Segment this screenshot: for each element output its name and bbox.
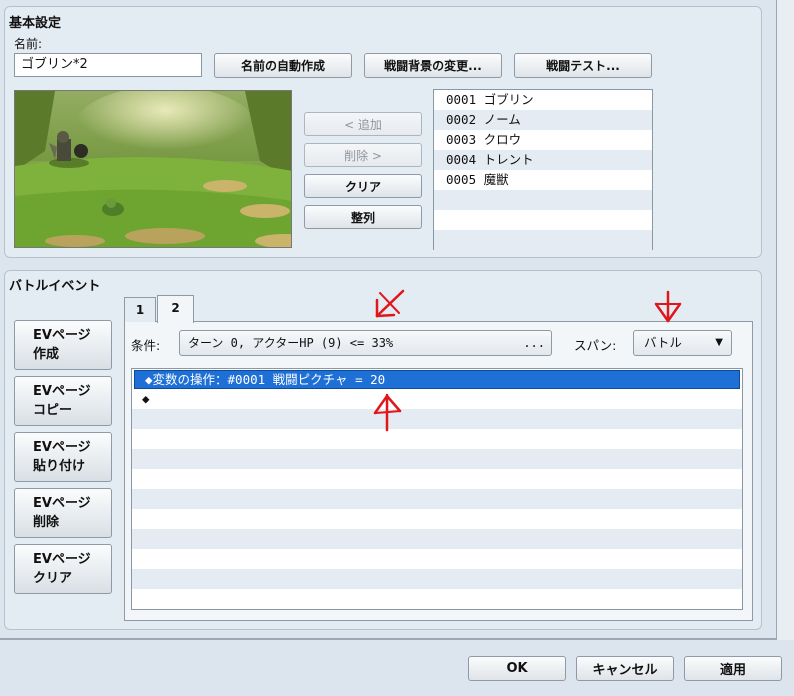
button-line: 貼り付け bbox=[33, 459, 86, 474]
enemy-id: 0005 bbox=[446, 172, 477, 187]
button-line: コピー bbox=[33, 403, 73, 418]
window-frame-bottom bbox=[0, 638, 776, 640]
enemy-list-empty-row bbox=[434, 230, 652, 250]
enemy-list-item[interactable]: 0001 ゴブリン bbox=[434, 90, 652, 110]
button-line: EVページ bbox=[33, 496, 91, 511]
enemy-id: 0004 bbox=[446, 152, 477, 167]
name-input[interactable]: ゴブリン*2 bbox=[14, 53, 202, 77]
command-empty-row bbox=[132, 469, 742, 489]
chevron-down-icon: ▼ bbox=[715, 337, 723, 348]
button-line: EVページ bbox=[33, 440, 91, 455]
enemy-list-item[interactable]: 0005 魔獣 bbox=[434, 170, 652, 190]
command-empty-row bbox=[132, 589, 742, 609]
enemy-list-empty-row bbox=[434, 190, 652, 210]
enemy-list-item[interactable]: 0004 トレント bbox=[434, 150, 652, 170]
ev-page-copy-button[interactable]: EVページコピー bbox=[14, 376, 112, 426]
command-row[interactable]: ◆ bbox=[132, 389, 742, 409]
tab-page-1[interactable]: 1 bbox=[124, 297, 156, 322]
command-empty-row bbox=[132, 449, 742, 469]
ev-page-paste-button[interactable]: EVページ貼り付け bbox=[14, 432, 112, 482]
command-empty-row bbox=[132, 489, 742, 509]
ev-page-create-button[interactable]: EVページ作成 bbox=[14, 320, 112, 370]
remove-enemy-button[interactable]: 削除 > bbox=[304, 143, 422, 167]
command-empty-row bbox=[132, 409, 742, 429]
apply-button[interactable]: 適用 bbox=[684, 656, 782, 681]
enemy-list-item[interactable]: 0002 ノーム bbox=[434, 110, 652, 130]
enemy-id: 0001 bbox=[446, 92, 477, 107]
enemy-id: 0002 bbox=[446, 112, 477, 127]
change-battleback-button[interactable]: 戦闘背景の変更... bbox=[364, 53, 502, 78]
troop-preview-canvas[interactable] bbox=[14, 90, 292, 248]
condition-ellipsis-button[interactable]: ... bbox=[523, 331, 545, 355]
auto-name-button[interactable]: 名前の自動作成 bbox=[214, 53, 352, 78]
button-line: EVページ bbox=[33, 328, 91, 343]
clear-enemies-button[interactable]: クリア bbox=[304, 174, 422, 198]
annotation-arrow-command-icon bbox=[373, 393, 402, 432]
basic-settings-title: 基本設定 bbox=[9, 16, 62, 31]
condition-value: ターン 0, アクターHP (9) <= 33% bbox=[188, 336, 394, 350]
button-line: EVページ bbox=[33, 552, 91, 567]
button-line: クリア bbox=[33, 571, 73, 586]
ok-button[interactable]: OK bbox=[468, 656, 566, 681]
span-label: スパン: bbox=[574, 338, 617, 353]
button-line: 作成 bbox=[33, 347, 60, 362]
enemy-id: 0003 bbox=[446, 132, 477, 147]
enemy-list-empty-row bbox=[434, 210, 652, 230]
enemy-name: クロウ bbox=[483, 132, 522, 147]
window-frame-right bbox=[776, 0, 794, 640]
enemy-name: ノーム bbox=[483, 112, 521, 127]
annotation-arrow-span-icon bbox=[654, 290, 682, 323]
enemy-name: 魔獣 bbox=[483, 172, 509, 187]
command-empty-row bbox=[132, 509, 742, 529]
ev-page-delete-button[interactable]: EVページ削除 bbox=[14, 488, 112, 538]
span-value: バトル bbox=[644, 335, 682, 350]
span-select[interactable]: バトル ▼ bbox=[633, 330, 732, 356]
command-empty-row bbox=[132, 429, 742, 449]
command-empty-row bbox=[132, 569, 742, 589]
enemy-name: トレント bbox=[483, 152, 534, 167]
battle-event-title: バトルイベント bbox=[9, 279, 101, 294]
battleback-image bbox=[15, 91, 291, 247]
ev-page-clear-button[interactable]: EVページクリア bbox=[14, 544, 112, 594]
event-command-list[interactable]: ◆変数の操作：#0001 戦闘ピクチャ = 20 ◆ bbox=[131, 368, 743, 610]
cancel-button[interactable]: キャンセル bbox=[576, 656, 674, 681]
command-empty-row bbox=[132, 529, 742, 549]
button-line: 削除 bbox=[33, 515, 60, 530]
enemy-list-item[interactable]: 0003 クロウ bbox=[434, 130, 652, 150]
tab-page-2[interactable]: 2 bbox=[157, 295, 194, 323]
enemy-name: ゴブリン bbox=[483, 92, 534, 107]
enemy-list[interactable]: 0001 ゴブリン 0002 ノーム 0003 クロウ 0004 トレント 00… bbox=[433, 89, 653, 250]
name-label: 名前: bbox=[14, 37, 43, 51]
annotation-arrow-condition-icon bbox=[375, 289, 405, 318]
command-empty-row bbox=[132, 549, 742, 569]
arrange-enemies-button[interactable]: 整列 bbox=[304, 205, 422, 229]
battle-test-button[interactable]: 戦闘テスト... bbox=[514, 53, 652, 78]
add-enemy-button[interactable]: < 追加 bbox=[304, 112, 422, 136]
command-row-selected[interactable]: ◆変数の操作：#0001 戦闘ピクチャ = 20 bbox=[134, 370, 740, 389]
condition-label: 条件: bbox=[131, 338, 161, 353]
condition-field[interactable]: ターン 0, アクターHP (9) <= 33% ... bbox=[179, 330, 552, 356]
button-line: EVページ bbox=[33, 384, 91, 399]
